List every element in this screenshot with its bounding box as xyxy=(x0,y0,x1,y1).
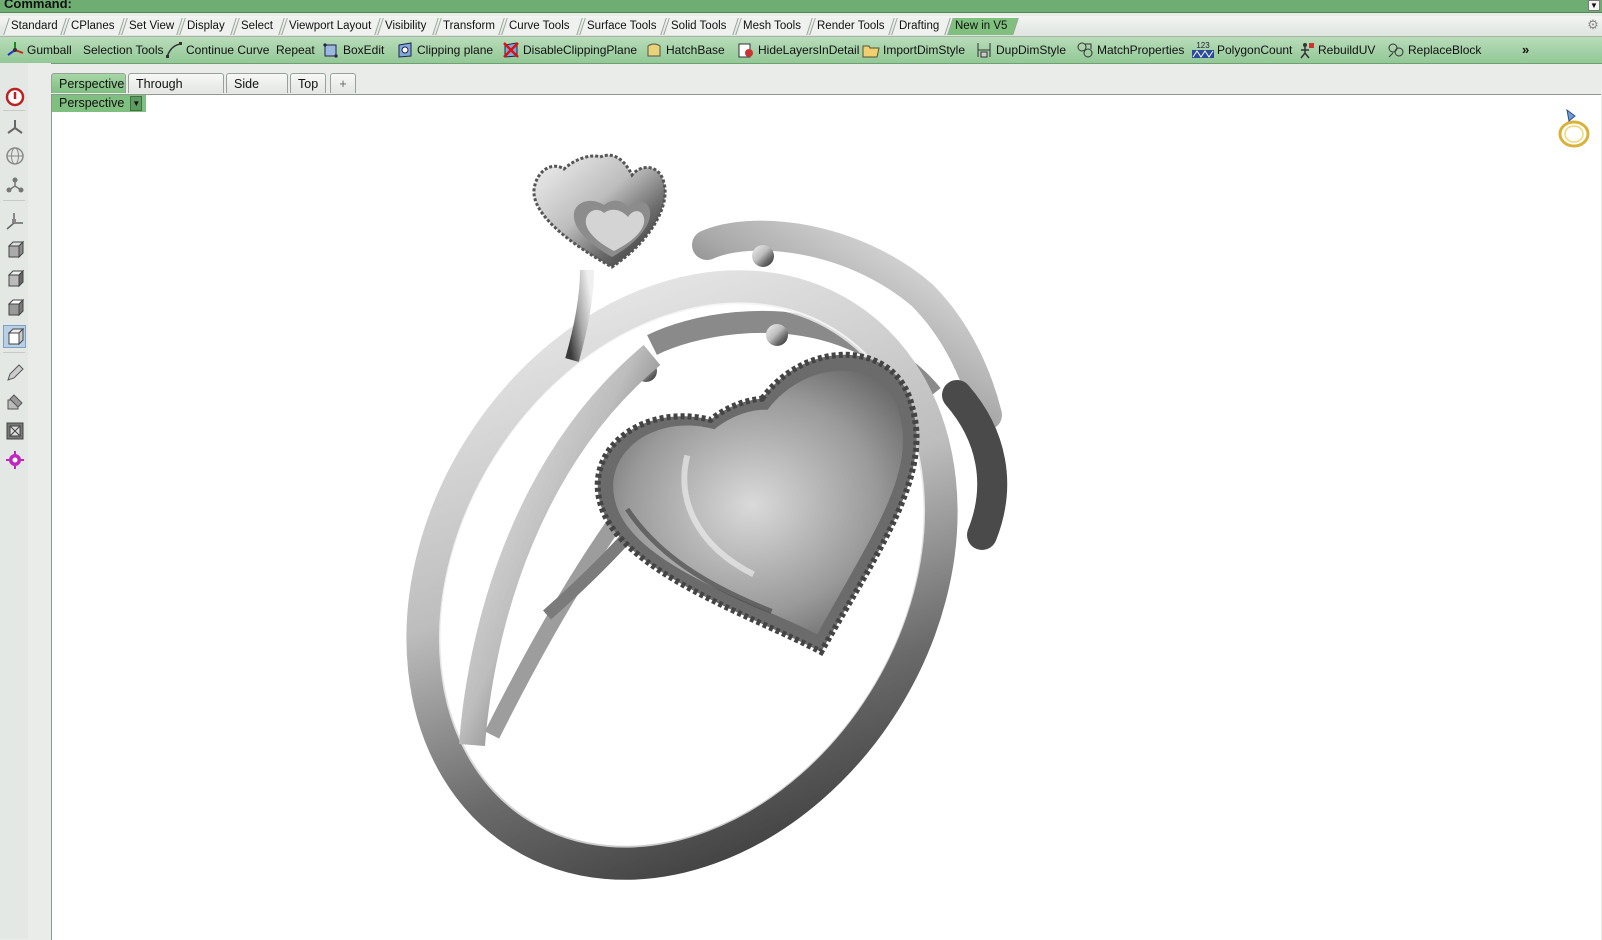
ring-navigation-icon[interactable] xyxy=(1555,107,1593,151)
plugin-gear-icon[interactable] xyxy=(3,448,26,471)
match-properties-button[interactable]: MatchProperties xyxy=(1076,40,1184,60)
network-icon[interactable] xyxy=(3,173,26,196)
selection-tools-label: Selection Tools xyxy=(83,43,164,57)
left-tool-strip xyxy=(0,63,29,939)
tab-drafting[interactable]: Drafting xyxy=(891,18,951,35)
dup-dim-style-label: DupDimStyle xyxy=(996,43,1067,57)
tab-set-view[interactable]: Set View xyxy=(121,18,183,35)
folder-icon xyxy=(862,41,880,59)
box-view-top-icon[interactable] xyxy=(3,296,26,319)
replace-block-icon xyxy=(1387,41,1405,59)
polygon-count-icon-text: 123 xyxy=(1196,41,1210,50)
import-dim-style-label: ImportDimStyle xyxy=(883,43,966,57)
rebuild-uv-label: RebuildUV xyxy=(1318,43,1376,57)
perspective-viewport[interactable]: Perspective ▼ xyxy=(51,94,1601,940)
tab-viewport-layout[interactable]: Viewport Layout xyxy=(281,18,381,35)
command-prompt: Command: xyxy=(4,0,72,11)
hide-layers-in-detail-button[interactable]: HideLayersInDetail xyxy=(737,40,859,60)
toolbar-group-tabs: Standard CPlanes Set View Display Select… xyxy=(0,16,1602,37)
clipping-plane-icon xyxy=(396,41,414,59)
gumball-button[interactable]: Gumball xyxy=(6,40,72,60)
polygon-count-button[interactable]: 123 PolygonCount xyxy=(1192,40,1292,60)
gumball-label: Gumball xyxy=(27,43,72,57)
match-properties-label: MatchProperties xyxy=(1097,43,1185,57)
ring-model[interactable] xyxy=(52,95,1601,940)
tab-top[interactable]: Top xyxy=(290,73,326,93)
dimension-icon xyxy=(975,41,993,59)
command-history-dropdown-icon[interactable]: ▼ xyxy=(1588,0,1600,11)
box-view-right-icon[interactable] xyxy=(3,267,26,290)
tab-display[interactable]: Display xyxy=(179,18,237,35)
polygon-count-icon: 123 xyxy=(1192,41,1214,59)
box-view-perspective-icon[interactable] xyxy=(3,325,26,348)
layers-icon xyxy=(737,41,755,59)
axes-icon[interactable] xyxy=(3,209,26,232)
tab-curve-tools[interactable]: Curve Tools xyxy=(501,18,583,35)
hatch-base-label: HatchBase xyxy=(666,43,725,57)
import-dim-style-button[interactable]: ImportDimStyle xyxy=(862,40,965,60)
pen-icon[interactable] xyxy=(3,361,26,384)
tab-visibility[interactable]: Visibility xyxy=(377,18,439,35)
rebuild-uv-icon xyxy=(1297,41,1315,59)
box-edit-label: BoxEdit xyxy=(343,43,385,57)
tab-perspective[interactable]: Perspective xyxy=(51,73,126,93)
tab-surface-tools[interactable]: Surface Tools xyxy=(579,18,667,35)
command-toolbar: Gumball Selection Tools Continue Curve R… xyxy=(0,37,1602,64)
clipping-plane-label: Clipping plane xyxy=(417,43,494,57)
left-gutter xyxy=(28,63,51,939)
replace-block-button[interactable]: ReplaceBlock xyxy=(1387,40,1481,60)
continue-curve-label: Continue Curve xyxy=(186,43,270,57)
replace-block-label: ReplaceBlock xyxy=(1408,43,1482,57)
toolbar-overflow-button[interactable]: » xyxy=(1522,42,1529,57)
tab-mesh-tools[interactable]: Mesh Tools xyxy=(735,18,813,35)
disable-clipping-plane-label: DisableClippingPlane xyxy=(523,43,638,57)
hide-layers-in-detail-label: HideLayersInDetail xyxy=(758,43,860,57)
tab-side-view[interactable]: Side View xyxy=(226,73,288,111)
tab-new-in-v5[interactable]: New in V5 xyxy=(947,18,1019,35)
tab-solid-tools[interactable]: Solid Tools xyxy=(663,18,739,35)
match-properties-icon xyxy=(1076,41,1094,59)
command-bar[interactable]: Command: ▼ xyxy=(0,0,1602,13)
tab-standard[interactable]: Standard xyxy=(3,18,67,35)
clipping-plane-button[interactable]: Clipping plane xyxy=(396,40,493,60)
gumball-icon xyxy=(6,41,24,59)
viewport-tabs: Perspective Through Finger Side View Top… xyxy=(51,73,1602,111)
toolbar-options-gear-icon[interactable]: ⚙ xyxy=(1586,18,1600,32)
add-viewport-tab-button[interactable]: + xyxy=(330,73,356,93)
hatch-base-button[interactable]: HatchBase xyxy=(645,40,725,60)
rebuild-uv-button[interactable]: RebuildUV xyxy=(1297,40,1375,60)
tab-transform[interactable]: Transform xyxy=(435,18,505,35)
disable-clipping-icon xyxy=(502,41,520,59)
tab-render-tools[interactable]: Render Tools xyxy=(809,18,895,35)
selection-tools-button[interactable]: Selection Tools xyxy=(83,40,164,60)
polygon-count-label: PolygonCount xyxy=(1217,43,1293,57)
paint-icon[interactable] xyxy=(3,390,26,413)
tab-select[interactable]: Select xyxy=(233,18,285,35)
hatch-icon xyxy=(645,41,663,59)
box-edit-button[interactable]: BoxEdit xyxy=(322,40,384,60)
curve-icon xyxy=(165,41,183,59)
dup-dim-style-button[interactable]: DupDimStyle xyxy=(975,40,1066,60)
globe-icon[interactable] xyxy=(3,144,26,167)
repeat-button[interactable]: Repeat xyxy=(276,40,315,60)
zoom-extents-icon[interactable] xyxy=(3,419,26,442)
box-edit-icon xyxy=(322,41,340,59)
tab-cplanes[interactable]: CPlanes xyxy=(63,18,125,35)
disable-clipping-plane-button[interactable]: DisableClippingPlane xyxy=(502,40,637,60)
power-icon[interactable] xyxy=(3,85,26,108)
cplane-origin-icon[interactable] xyxy=(3,115,26,138)
repeat-label: Repeat xyxy=(276,43,315,57)
box-view-front-icon[interactable] xyxy=(3,238,26,261)
continue-curve-button[interactable]: Continue Curve xyxy=(165,40,269,60)
tab-through-finger[interactable]: Through Finger xyxy=(128,73,224,111)
